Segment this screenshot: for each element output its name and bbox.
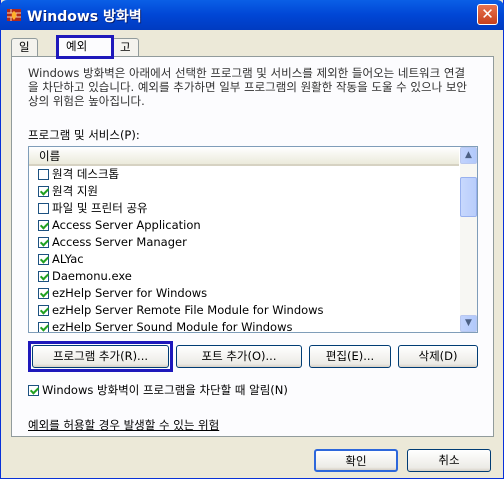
program-row[interactable]: 원격 지원 <box>29 183 459 200</box>
notify-label: Windows 방화벽이 프로그램을 차단할 때 알림(N) <box>42 383 288 397</box>
exceptions-panel: Windows 방화벽은 아래에서 선택한 프로그램 및 서비스를 제외한 들어… <box>11 56 494 437</box>
tab-general[interactable]: 일반 <box>11 38 38 71</box>
program-checkbox[interactable] <box>38 186 49 197</box>
add-port-button[interactable]: 포트 추가(O)... <box>176 345 302 368</box>
program-row[interactable]: ezHelp Server Sound Module for Windows <box>29 319 459 333</box>
list-scrollbar[interactable]: ▲ ▼ <box>460 147 477 332</box>
notify-checkbox-row[interactable]: Windows 방화벽이 프로그램을 차단할 때 알림(N) <box>28 382 288 398</box>
program-name: ezHelp Server for Windows <box>52 286 208 300</box>
delete-button[interactable]: 삭제(D) <box>398 345 478 368</box>
program-checkbox[interactable] <box>38 220 49 231</box>
program-name: Access Server Manager <box>52 235 187 249</box>
program-name: ezHelp Server Remote File Module for Win… <box>52 303 324 317</box>
ok-button[interactable]: 확인 <box>314 449 398 472</box>
programs-list[interactable]: 이름 원격 데스크톱원격 지원파일 및 프린터 공유 Access Server … <box>28 146 478 333</box>
scroll-thumb[interactable] <box>460 177 477 217</box>
program-checkbox[interactable] <box>38 322 49 332</box>
scroll-up-button[interactable]: ▲ <box>460 147 477 164</box>
program-checkbox[interactable] <box>38 203 49 214</box>
program-name: Access Server Application <box>52 218 201 232</box>
program-row[interactable]: 원격 데스크톱 <box>29 166 459 183</box>
tab-highlight-box <box>56 35 114 59</box>
close-button[interactable]: ✕ <box>477 4 498 25</box>
window-title: Windows 방화벽 <box>27 9 142 25</box>
program-checkbox[interactable] <box>38 237 49 248</box>
program-name: Daemonu.exe <box>52 269 132 283</box>
program-name: ezHelp Server Sound Module for Windows <box>52 320 293 333</box>
firewall-dialog: Windows 방화벽 ✕ 일반 예외 고급 Windows 방화벽은 아래에서… <box>0 0 504 479</box>
program-row[interactable]: Access Server Application <box>29 217 459 234</box>
program-row[interactable]: ALYac <box>29 251 459 268</box>
firewall-icon <box>7 9 21 21</box>
program-checkbox[interactable] <box>38 305 49 316</box>
risk-info-link[interactable]: 예외를 허용할 경우 발생할 수 있는 위험 <box>28 417 219 433</box>
add-program-button[interactable]: 프로그램 추가(R)... <box>32 345 169 368</box>
program-name: ALYac <box>52 252 84 266</box>
tab-advanced[interactable]: 고급 <box>112 38 139 71</box>
programs-list-label: 프로그램 및 서비스(P): <box>28 128 140 142</box>
description-text: Windows 방화벽은 아래에서 선택한 프로그램 및 서비스를 제외한 들어… <box>28 66 467 108</box>
program-row[interactable]: ezHelp Server Remote File Module for Win… <box>29 302 459 319</box>
cancel-button[interactable]: 취소 <box>407 449 491 472</box>
program-checkbox[interactable] <box>38 288 49 299</box>
program-name: 원격 지원 <box>52 184 98 198</box>
program-row[interactable]: ezHelp Server for Windows <box>29 285 459 302</box>
program-checkbox[interactable] <box>38 271 49 282</box>
column-header-name[interactable]: 이름 <box>29 147 459 166</box>
program-name: 파일 및 프린터 공유 <box>52 201 148 215</box>
program-row[interactable]: 파일 및 프린터 공유 <box>29 200 459 217</box>
program-checkbox[interactable] <box>38 254 49 265</box>
program-row[interactable]: Access Server Manager <box>29 234 459 251</box>
scroll-down-button[interactable]: ▼ <box>460 315 477 332</box>
program-row[interactable]: Daemonu.exe <box>29 268 459 285</box>
program-checkbox[interactable] <box>38 169 49 180</box>
notify-checkbox[interactable] <box>28 385 39 396</box>
title-bar[interactable]: Windows 방화벽 ✕ <box>0 0 504 30</box>
edit-button[interactable]: 편집(E)... <box>309 345 391 368</box>
program-name: 원격 데스크톱 <box>52 167 120 181</box>
program-rows: 원격 데스크톱원격 지원파일 및 프린터 공유 Access Server App… <box>29 166 459 333</box>
